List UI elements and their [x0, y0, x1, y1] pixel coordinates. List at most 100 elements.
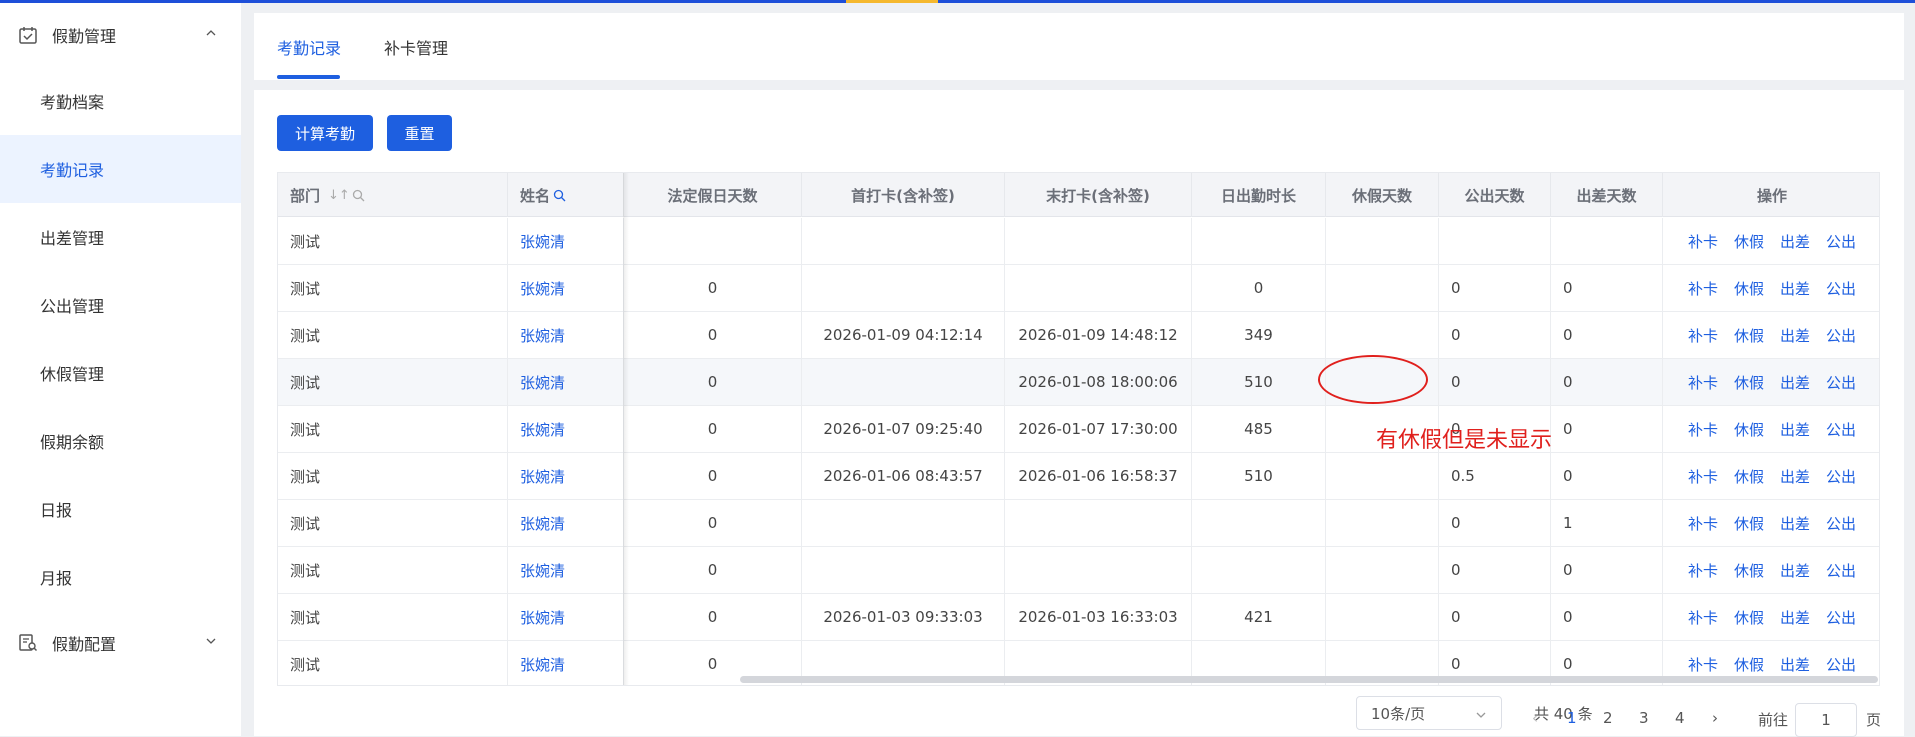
trip-link[interactable]: 出差 [1780, 607, 1810, 628]
leave-link[interactable]: 休假 [1734, 325, 1764, 346]
leave-link[interactable]: 休假 [1734, 231, 1764, 252]
cell-name[interactable]: 张婉清 [508, 594, 624, 640]
trip-link[interactable]: 出差 [1780, 513, 1810, 534]
calculate-attendance-button[interactable]: 计算考勤 [277, 115, 373, 151]
outing-link[interactable]: 公出 [1826, 419, 1856, 440]
page-number-2[interactable]: 2 [1603, 709, 1613, 727]
leave-link[interactable]: 休假 [1734, 372, 1764, 393]
prev-page-icon[interactable]: ‹ [1532, 709, 1538, 727]
page-number-1[interactable]: 1 [1567, 709, 1577, 727]
cell-holiday: 0 [624, 312, 802, 358]
cell-name[interactable]: 张婉清 [508, 453, 624, 499]
annotation-ellipse [1318, 355, 1428, 404]
page-number-4[interactable]: 4 [1675, 709, 1685, 727]
leave-link[interactable]: 休假 [1734, 419, 1764, 440]
sort-icon[interactable]: ↓↑ [328, 188, 350, 203]
outing-link[interactable]: 公出 [1826, 231, 1856, 252]
leave-link[interactable]: 休假 [1734, 466, 1764, 487]
cell-holiday: 0 [624, 265, 802, 311]
cell-holiday: 0 [624, 500, 802, 546]
sidebar-item[interactable]: 考勤记录 [0, 135, 241, 203]
sidebar-item[interactable]: 出差管理 [0, 203, 241, 271]
trip-link[interactable]: 出差 [1780, 466, 1810, 487]
chevron-down-icon [206, 638, 216, 644]
sidebar-item[interactable]: 月报 [0, 543, 241, 611]
sidebar-item[interactable]: 考勤档案 [0, 67, 241, 135]
sidebar-item[interactable]: 日报 [0, 475, 241, 543]
cell-name[interactable]: 张婉清 [508, 265, 624, 311]
sidebar-group-config[interactable]: 假勤配置 [0, 611, 241, 675]
trip-link[interactable]: 出差 [1780, 325, 1810, 346]
col-header-last-punch: 末打卡(含补签) [1005, 173, 1192, 217]
reset-button[interactable]: 重置 [387, 115, 452, 151]
outing-link[interactable]: 公出 [1826, 278, 1856, 299]
cell-name[interactable]: 张婉清 [508, 406, 624, 452]
leave-link[interactable]: 休假 [1734, 278, 1764, 299]
makeup-card-link[interactable]: 补卡 [1688, 231, 1718, 252]
cell-actions: 补卡 休假 出差 公出 [1663, 218, 1879, 264]
page-number-3[interactable]: 3 [1639, 709, 1649, 727]
trip-link[interactable]: 出差 [1780, 372, 1810, 393]
cell-name[interactable]: 张婉清 [508, 312, 624, 358]
cell-name[interactable]: 张婉清 [508, 641, 624, 685]
leave-link[interactable]: 休假 [1734, 654, 1764, 675]
col-header-name[interactable]: 姓名 [508, 173, 624, 217]
sidebar-group-attendance[interactable]: 假勤管理 [0, 3, 241, 67]
goto-page-input[interactable]: 1 [1795, 703, 1857, 737]
cell-dept: 测试 [278, 500, 508, 546]
trip-link[interactable]: 出差 [1780, 419, 1810, 440]
cell-name[interactable]: 张婉清 [508, 547, 624, 593]
makeup-card-link[interactable]: 补卡 [1688, 560, 1718, 581]
next-page-icon[interactable]: › [1712, 709, 1718, 727]
cell-out: 0 [1439, 500, 1551, 546]
col-header-dept[interactable]: 部门 ↓↑ [278, 173, 508, 217]
makeup-card-link[interactable]: 补卡 [1688, 513, 1718, 534]
tab-card-makeup[interactable]: 补卡管理 [384, 35, 448, 59]
trip-link[interactable]: 出差 [1780, 231, 1810, 252]
cell-name[interactable]: 张婉清 [508, 218, 624, 264]
makeup-card-link[interactable]: 补卡 [1688, 372, 1718, 393]
cell-hours [1192, 547, 1326, 593]
search-icon[interactable] [553, 189, 566, 202]
makeup-card-link[interactable]: 补卡 [1688, 278, 1718, 299]
chevron-up-icon [206, 30, 216, 36]
horizontal-scrollbar[interactable] [740, 676, 1878, 683]
document-search-icon [19, 634, 38, 652]
main-panel: 计算考勤 重置 部门 ↓↑ 姓名 法定假日天数 首打卡(含补签) 末打卡(含补签… [254, 90, 1904, 736]
search-icon[interactable] [352, 189, 365, 202]
cell-holiday: 0 [624, 406, 802, 452]
cell-leave [1326, 265, 1439, 311]
sidebar-item[interactable]: 假期余额 [0, 407, 241, 475]
outing-link[interactable]: 公出 [1826, 372, 1856, 393]
cell-last: 2026-01-03 16:33:03 [1005, 594, 1192, 640]
makeup-card-link[interactable]: 补卡 [1688, 419, 1718, 440]
cell-leave [1326, 594, 1439, 640]
makeup-card-link[interactable]: 补卡 [1688, 607, 1718, 628]
sidebar-item[interactable]: 公出管理 [0, 271, 241, 339]
cell-dept: 测试 [278, 265, 508, 311]
table-row: 测试 张婉清 0 0 0 补卡 休假 出差 公出 [278, 547, 1879, 594]
leave-link[interactable]: 休假 [1734, 560, 1764, 581]
makeup-card-link[interactable]: 补卡 [1688, 466, 1718, 487]
leave-link[interactable]: 休假 [1734, 607, 1764, 628]
cell-first: 2026-01-07 09:25:40 [802, 406, 1005, 452]
makeup-card-link[interactable]: 补卡 [1688, 325, 1718, 346]
trip-link[interactable]: 出差 [1780, 654, 1810, 675]
cell-name[interactable]: 张婉清 [508, 500, 624, 546]
trip-link[interactable]: 出差 [1780, 560, 1810, 581]
sidebar-item[interactable]: 休假管理 [0, 339, 241, 407]
outing-link[interactable]: 公出 [1826, 513, 1856, 534]
leave-link[interactable]: 休假 [1734, 513, 1764, 534]
outing-link[interactable]: 公出 [1826, 466, 1856, 487]
trip-link[interactable]: 出差 [1780, 278, 1810, 299]
cell-dept: 测试 [278, 218, 508, 264]
outing-link[interactable]: 公出 [1826, 560, 1856, 581]
outing-link[interactable]: 公出 [1826, 654, 1856, 675]
outing-link[interactable]: 公出 [1826, 607, 1856, 628]
page-size-select[interactable]: 10条/页 [1356, 696, 1502, 730]
cell-name[interactable]: 张婉清 [508, 359, 624, 405]
cell-trip: 0 [1551, 547, 1663, 593]
outing-link[interactable]: 公出 [1826, 325, 1856, 346]
makeup-card-link[interactable]: 补卡 [1688, 654, 1718, 675]
tab-attendance-records[interactable]: 考勤记录 [277, 35, 341, 59]
